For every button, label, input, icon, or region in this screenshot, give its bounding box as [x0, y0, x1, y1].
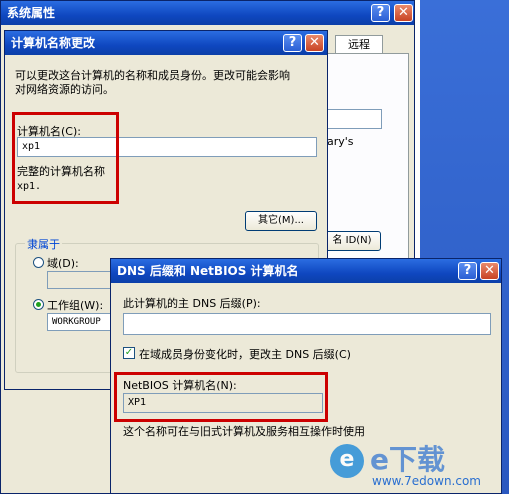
change-id-button[interactable]: 名 ID(N) [323, 231, 381, 251]
watermark-logo-icon: e [330, 444, 364, 478]
workgroup-radio[interactable] [33, 299, 44, 310]
computer-name-titlebar: 计算机名称更改 [5, 31, 327, 55]
close-icon[interactable]: ✕ [394, 4, 413, 22]
domain-radio[interactable] [33, 257, 44, 268]
watermark-brand: e下载 [370, 443, 445, 476]
workgroup-label: 工作组(W): [47, 299, 104, 312]
system-properties-title: 系统属性 [7, 6, 56, 20]
member-of-label: 隶属于 [25, 236, 62, 252]
netbios-footer-text: 这个名称可在与旧式计算机及服务相互操作时使用 [123, 425, 365, 438]
watermark-url: www.7edown.com [372, 474, 481, 488]
computer-name-dialog-title: 计算机名称更改 [11, 36, 96, 50]
dns-netbios-titlebar: DNS 后缀和 NetBIOS 计算机名 [111, 259, 501, 283]
close-icon[interactable]: ✕ [480, 262, 499, 280]
change-dns-checkbox-label: 在域成员身份变化时，更改主 DNS 后缀(C) [139, 348, 351, 361]
background-description-field [326, 109, 382, 129]
primary-dns-label: 此计算机的主 DNS 后缀(P): [123, 297, 261, 310]
help-icon[interactable]: ? [458, 262, 477, 280]
description-line-2: 对网络资源的访问。 [15, 83, 114, 96]
tab-remote[interactable]: 远程 [335, 35, 383, 54]
help-icon[interactable]: ? [283, 34, 302, 52]
close-icon[interactable]: ✕ [305, 34, 324, 52]
dns-netbios-dialog-title: DNS 后缀和 NetBIOS 计算机名 [117, 264, 299, 278]
help-icon[interactable]: ? [371, 4, 390, 22]
domain-label: 域(D): [47, 257, 79, 270]
change-dns-checkbox[interactable]: ✓ [123, 347, 135, 359]
netbios-highlight [114, 372, 328, 422]
more-button[interactable]: 其它(M)... [245, 211, 317, 231]
system-properties-titlebar: 系统属性 [1, 1, 414, 25]
background-text: ary's [327, 135, 354, 148]
primary-dns-input[interactable] [123, 313, 491, 335]
computer-name-highlight [12, 112, 119, 204]
